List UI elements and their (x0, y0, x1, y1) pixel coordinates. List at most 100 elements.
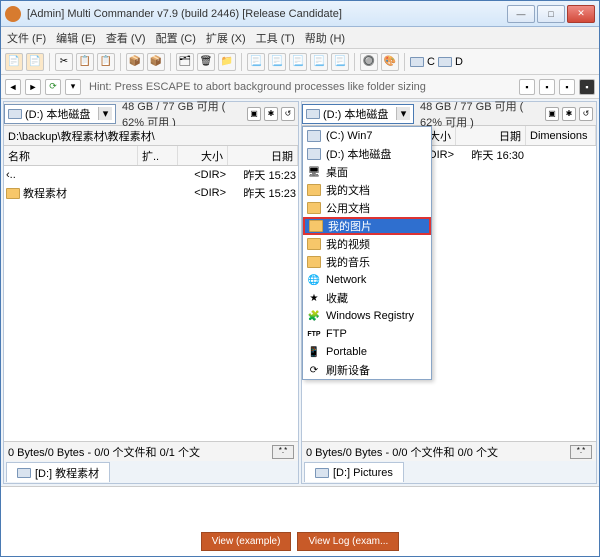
dropdown-item[interactable]: 🌐Network (303, 271, 431, 289)
tool-icon[interactable]: 📃 (289, 53, 307, 71)
menu-bar: 文件 (F) 编辑 (E) 查看 (V) 配置 (C) 扩展 (X) 工具 (T… (1, 27, 599, 49)
dropdown-item[interactable]: 📱Portable (303, 343, 431, 361)
tab-right[interactable]: [D:] Pictures (304, 462, 404, 482)
copy-icon[interactable]: 📋 (76, 53, 94, 71)
maximize-button[interactable]: □ (537, 5, 565, 23)
delete-icon[interactable]: 🗑 (197, 53, 215, 71)
tool-icon[interactable]: ↺ (281, 107, 295, 121)
col-date[interactable]: 日期 (228, 146, 298, 165)
dropdown-item[interactable]: ⟳刷新设备 (303, 361, 431, 379)
drive-c-label[interactable]: C (427, 56, 435, 68)
list-item[interactable]: 教程素材 <DIR> 昨天 15:23 (4, 184, 298, 202)
tool-icon[interactable]: ▪ (579, 79, 595, 95)
file-date: 昨天 15:23 (226, 185, 296, 201)
tool-icon[interactable]: ✱ (264, 107, 278, 121)
tool-icon[interactable]: 📃 (268, 53, 286, 71)
drive-c-icon[interactable] (410, 57, 424, 67)
drive-d-label[interactable]: D (455, 56, 463, 68)
menu-tools[interactable]: 工具 (T) (256, 30, 295, 46)
dropdown-item[interactable]: (C:) Win7 (303, 127, 431, 145)
filter-button[interactable]: *.* (272, 445, 294, 459)
status-text: 0 Bytes/0 Bytes - 0/0 个文件和 0/1 个文 (8, 444, 272, 460)
dropdown-item[interactable]: 🧩Windows Registry (303, 307, 431, 325)
file-date: 昨天 15:23 (226, 167, 296, 183)
close-button[interactable]: ✕ (567, 5, 595, 23)
menu-view[interactable]: 查看 (V) (106, 30, 146, 46)
status-left: 0 Bytes/0 Bytes - 0/0 个文件和 0/1 个文 *.* (4, 441, 298, 461)
drive-dropdown-left[interactable]: (D:) 本地磁盘 ▾ (4, 104, 116, 124)
color-icon[interactable]: 🎨 (381, 53, 399, 71)
dropdown-item-selected[interactable]: 我的图片 (303, 217, 431, 235)
tool-icon[interactable]: 📦 (126, 53, 144, 71)
dropdown-item[interactable]: ★收藏 (303, 289, 431, 307)
dropdown-item[interactable]: FTPFTP (303, 325, 431, 343)
chevron-down-icon: ▾ (98, 107, 112, 120)
filter-button[interactable]: *.* (570, 445, 592, 459)
col-ext[interactable]: 扩.. (138, 146, 178, 165)
registry-icon: 🧩 (307, 310, 321, 322)
tool-icon[interactable]: 📄 (26, 53, 44, 71)
dropdown-item[interactable]: (D:) 本地磁盘 (303, 145, 431, 163)
drive-icon (8, 109, 22, 119)
tool-icon[interactable]: 🗂 (176, 53, 194, 71)
tool-icon[interactable]: 📄 (5, 53, 23, 71)
drive-icon (315, 468, 329, 478)
file-name: ‹.. (6, 169, 16, 181)
tool-icon[interactable]: 📁 (218, 53, 236, 71)
tab-left[interactable]: [D:] 教程素材 (6, 462, 110, 482)
free-space-right: 48 GB / 77 GB 可用 ( 62% 可用 ) (414, 98, 545, 130)
file-size: <DIR> (176, 169, 226, 181)
tool-icon[interactable]: ✱ (562, 107, 576, 121)
dropdown-item[interactable]: 我的音乐 (303, 253, 431, 271)
status-right: 0 Bytes/0 Bytes - 0/0 个文件和 0/0 个文 *.* (302, 441, 596, 461)
paste-icon[interactable]: 📋 (97, 53, 115, 71)
col-name[interactable]: 名称 (4, 146, 138, 165)
chevron-icon[interactable]: ▾ (65, 79, 81, 95)
file-size: <DIR> (176, 187, 226, 199)
menu-config[interactable]: 配置 (C) (156, 30, 196, 46)
tool-icon[interactable]: 📃 (331, 53, 349, 71)
refresh-icon[interactable]: ⟳ (45, 79, 61, 95)
menu-help[interactable]: 帮助 (H) (305, 30, 345, 46)
tab-label: [D:] Pictures (333, 467, 393, 479)
left-pane: (D:) 本地磁盘 ▾ 48 GB / 77 GB 可用 ( 62% 可用 ) … (3, 101, 299, 484)
dropdown-item[interactable]: 🖥桌面 (303, 163, 431, 181)
forward-icon[interactable]: ► (25, 79, 41, 95)
star-icon: ★ (307, 292, 321, 304)
minimize-button[interactable]: — (507, 5, 535, 23)
tab-label: [D:] 教程素材 (35, 465, 99, 481)
tool-icon[interactable]: ▪ (519, 79, 535, 95)
drive-dropdown-right[interactable]: (D:) 本地磁盘 ▾ (302, 104, 414, 124)
drive-dropdown-list[interactable]: (C:) Win7 (D:) 本地磁盘 🖥桌面 我的文档 公用文档 我的图片 我… (302, 126, 432, 380)
dropdown-item[interactable]: 我的文档 (303, 181, 431, 199)
tool-icon[interactable]: ▪ (559, 79, 575, 95)
drive-label: (D:) 本地磁盘 (25, 106, 90, 122)
dropdown-item[interactable]: 我的视频 (303, 235, 431, 253)
drive-d-icon[interactable] (438, 57, 452, 67)
tool-icon[interactable]: ▪ (539, 79, 555, 95)
title-bar: [Admin] Multi Commander v7.9 (build 2446… (1, 1, 599, 27)
view-button[interactable]: View (example) (201, 532, 292, 551)
tool-icon[interactable]: 🔘 (360, 53, 378, 71)
tool-icon[interactable]: 📃 (310, 53, 328, 71)
tool-icon[interactable]: 📃 (247, 53, 265, 71)
right-pane: (D:) 本地磁盘 ▾ 48 GB / 77 GB 可用 ( 62% 可用 ) … (301, 101, 597, 484)
back-icon[interactable]: ◄ (5, 79, 21, 95)
file-list-left[interactable]: ‹.. <DIR> 昨天 15:23 教程素材 <DIR> 昨天 15:23 (4, 166, 298, 441)
cut-icon[interactable]: ✂ (55, 53, 73, 71)
toolbar: 📄 📄 ✂ 📋 📋 📦 📦 🗂 🗑 📁 📃 📃 📃 📃 📃 🔘 🎨 C D (1, 49, 599, 75)
col-size[interactable]: 大小 (178, 146, 228, 165)
dropdown-item[interactable]: 公用文档 (303, 199, 431, 217)
list-item[interactable]: ‹.. <DIR> 昨天 15:23 (4, 166, 298, 184)
tool-icon[interactable]: ▣ (545, 107, 559, 121)
folder-icon (307, 256, 321, 268)
view-log-button[interactable]: View Log (exam... (297, 532, 399, 551)
network-icon: 🌐 (307, 274, 321, 286)
menu-ext[interactable]: 扩展 (X) (206, 30, 246, 46)
menu-edit[interactable]: 编辑 (E) (56, 30, 96, 46)
path-left[interactable]: D:\backup\教程素材\教程素材\ (4, 126, 298, 146)
tool-icon[interactable]: 📦 (147, 53, 165, 71)
tool-icon[interactable]: ▣ (247, 107, 261, 121)
tool-icon[interactable]: ↺ (579, 107, 593, 121)
menu-file[interactable]: 文件 (F) (7, 30, 46, 46)
